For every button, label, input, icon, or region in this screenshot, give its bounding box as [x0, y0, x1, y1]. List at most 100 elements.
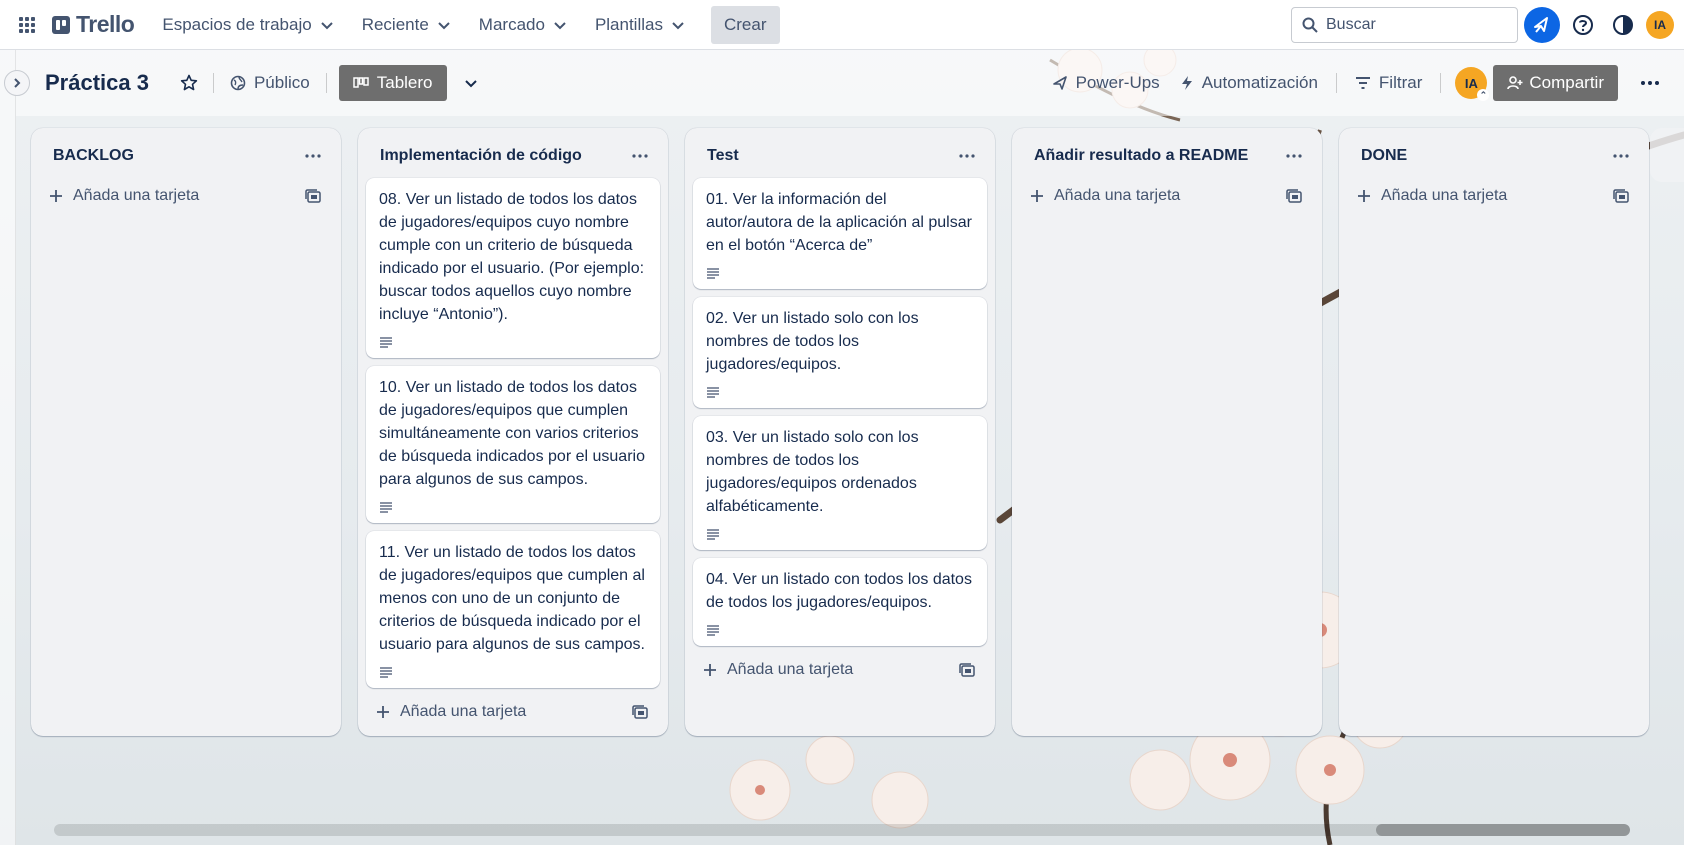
list-actions-button[interactable]: [1609, 144, 1633, 168]
card-badges: [379, 334, 648, 350]
list-title[interactable]: Implementación de código: [380, 147, 582, 165]
list-title[interactable]: BACKLOG: [53, 147, 134, 165]
plus-icon: [50, 190, 62, 202]
card[interactable]: 04. Ver un listado con todos los datos d…: [693, 558, 987, 646]
card[interactable]: 02. Ver un listado solo con los nombres …: [693, 297, 987, 408]
plus-icon: [377, 706, 389, 718]
board-member-avatar[interactable]: IA ⌃: [1455, 67, 1490, 101]
filter-button[interactable]: Filtrar: [1345, 65, 1432, 101]
admin-chevron-icon: ⌃: [1477, 89, 1490, 101]
expand-sidebar-button[interactable]: [4, 70, 30, 96]
visibility-label: Público: [253, 73, 310, 92]
card-badges: [379, 499, 648, 515]
template-icon: [632, 705, 648, 719]
add-card-button[interactable]: Añada una tarjeta: [693, 652, 987, 688]
plus-icon: [1358, 190, 1370, 202]
card[interactable]: 01. Ver la información del autor/autora …: [693, 178, 987, 289]
list-title[interactable]: Añadir resultado a README: [1034, 147, 1248, 165]
create-from-template-button[interactable]: [301, 184, 325, 208]
list-done[interactable]: DONE Añada una tarjeta: [1339, 128, 1649, 736]
template-icon: [1613, 189, 1629, 203]
list-actions-button[interactable]: [955, 144, 979, 168]
list-title[interactable]: DONE: [1361, 147, 1407, 165]
more-icon: [1613, 154, 1629, 158]
divider: [325, 73, 327, 93]
list-readme[interactable]: Añadir resultado a README Añada una tarj…: [1012, 128, 1322, 736]
add-list-button[interactable]: [1650, 128, 1684, 182]
list-test[interactable]: Test 01. Ver la información del autor/au…: [685, 128, 995, 736]
card-badges: [706, 526, 975, 542]
nav-workspaces[interactable]: Espacios de trabajo: [152, 6, 343, 44]
add-card-button[interactable]: Añada una tarjeta: [366, 694, 660, 730]
list-title[interactable]: Test: [707, 147, 739, 165]
top-navigation-bar: Trello Espacios de trabajo Reciente Marc…: [0, 0, 1684, 50]
list-header: Añadir resultado a README: [1020, 136, 1314, 176]
filter-label: Filtrar: [1378, 73, 1423, 92]
card-badges: [706, 384, 975, 400]
list-actions-button[interactable]: [628, 144, 652, 168]
more-icon: [632, 154, 648, 158]
card[interactable]: 03. Ver un listado solo con los nombres …: [693, 416, 987, 550]
card-list: 01. Ver la información del autor/autora …: [693, 176, 987, 650]
list-backlog[interactable]: BACKLOG Añada una tarjeta: [31, 128, 341, 736]
card-badges: [706, 265, 975, 281]
star-board-button[interactable]: [173, 67, 205, 99]
sidebar-collapsed: [0, 50, 16, 845]
nav-starred[interactable]: Marcado: [469, 6, 577, 44]
description-icon: [707, 625, 719, 636]
create-from-template-button[interactable]: [955, 658, 979, 682]
globe-icon: [230, 75, 246, 91]
visibility-button[interactable]: Público: [222, 73, 318, 93]
divider: [1335, 73, 1337, 93]
board-view-button[interactable]: Tablero: [338, 65, 447, 101]
board-menu-button[interactable]: [1632, 65, 1668, 101]
nav-templates[interactable]: Plantillas: [585, 6, 695, 44]
list-actions-button[interactable]: [1282, 144, 1306, 168]
card-badges: [379, 664, 648, 680]
card[interactable]: 10. Ver un listado de todos los datos de…: [366, 366, 660, 523]
horizontal-scrollbar[interactable]: [54, 824, 1630, 836]
add-card-button[interactable]: Añada una tarjeta: [1347, 178, 1641, 214]
description-icon: [380, 667, 392, 678]
theme-toggle-button[interactable]: [1606, 8, 1640, 42]
nav-recent[interactable]: Reciente: [352, 6, 461, 44]
card-title: 03. Ver un listado solo con los nombres …: [706, 429, 919, 515]
automation-button[interactable]: Automatización: [1170, 65, 1328, 101]
description-icon: [707, 268, 719, 279]
member-initials: IA: [1464, 75, 1478, 91]
divider: [1440, 73, 1442, 93]
nav-label: Marcado: [478, 14, 545, 34]
search-input[interactable]: Buscar: [1291, 7, 1518, 43]
app-switcher-button[interactable]: [12, 10, 42, 40]
add-card-button[interactable]: Añada una tarjeta: [1020, 178, 1314, 214]
add-card-button[interactable]: Añada una tarjeta: [39, 178, 333, 214]
rocket-icon: [1052, 76, 1067, 90]
card[interactable]: 08. Ver un listado de todos los datos de…: [366, 178, 660, 358]
add-card-label: Añada una tarjeta: [73, 187, 200, 204]
card[interactable]: 11. Ver un listado de todos los datos de…: [366, 531, 660, 688]
user-avatar[interactable]: IA: [1646, 11, 1674, 39]
board-title[interactable]: Práctica 3: [45, 70, 149, 96]
scrollbar-thumb[interactable]: [1376, 824, 1630, 836]
list-implementacion[interactable]: Implementación de código 08. Ver un list…: [358, 128, 668, 736]
chevron-down-icon: [320, 21, 333, 29]
notifications-button[interactable]: [1524, 7, 1560, 43]
trello-logo[interactable]: Trello: [52, 11, 135, 38]
share-label: Compartir: [1529, 73, 1604, 92]
plus-icon: [704, 664, 716, 676]
help-button[interactable]: [1566, 8, 1600, 42]
create-from-template-button[interactable]: [1282, 184, 1306, 208]
list-header: Test: [693, 136, 987, 176]
chevron-down-icon: [672, 21, 684, 29]
create-button[interactable]: Crear: [710, 5, 780, 44]
grid-icon: [19, 16, 35, 33]
list-actions-button[interactable]: [301, 144, 325, 168]
search-icon: [1302, 17, 1318, 33]
share-button[interactable]: Compartir: [1493, 65, 1618, 101]
create-from-template-button[interactable]: [1609, 184, 1633, 208]
search-placeholder: Buscar: [1326, 16, 1376, 33]
chevron-down-icon: [438, 21, 450, 29]
view-switcher-button[interactable]: [455, 67, 487, 99]
power-ups-button[interactable]: Power-Ups: [1042, 65, 1170, 101]
create-from-template-button[interactable]: [628, 700, 652, 724]
